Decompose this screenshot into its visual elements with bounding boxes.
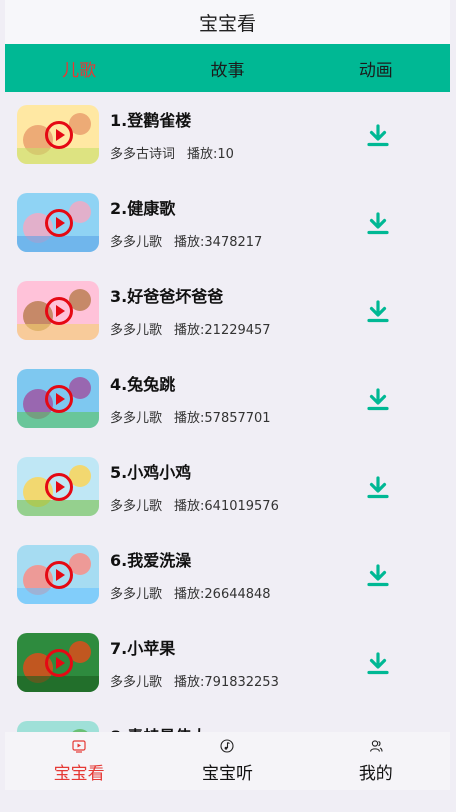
play-count: 播放:10 (187, 147, 234, 162)
video-thumbnail[interactable] (17, 105, 99, 164)
download-icon[interactable] (366, 652, 390, 676)
video-category: 多多儿歌 (110, 235, 163, 250)
thumbnail-art (17, 324, 99, 340)
list-item[interactable]: 6.我爱洗澡多多儿歌 播放:26644848 (5, 532, 450, 620)
list-item[interactable]: 1.登鹳雀楼多多古诗词 播放:10 (5, 92, 450, 180)
video-category: 多多儿歌 (110, 499, 163, 514)
thumbnail-art (17, 412, 99, 428)
download-icon[interactable] (366, 476, 390, 500)
video-thumbnail[interactable] (17, 633, 99, 692)
bottom-spacer (5, 790, 450, 812)
video-title: 3.好爸爸坏爸爸 (110, 287, 224, 306)
tabbar-item-mine[interactable]: 我的 (302, 732, 450, 790)
play-count: 播放:3478217 (174, 235, 263, 250)
music-icon (220, 739, 235, 753)
download-icon[interactable] (366, 212, 390, 236)
play-icon[interactable] (45, 473, 73, 501)
tabbar-label-listen: 宝宝听 (201, 764, 253, 784)
download-icon[interactable] (366, 124, 390, 148)
video-meta: 多多儿歌 播放:3478217 (110, 231, 262, 250)
thumbnail-art (17, 676, 99, 692)
user-icon (369, 740, 383, 752)
video-thumbnail[interactable] (17, 721, 99, 732)
thumbnail-art (17, 500, 99, 516)
play-icon[interactable] (45, 209, 73, 237)
play-count: 播放:791832253 (174, 675, 279, 690)
tabbar-item-listen[interactable]: 宝宝听 (153, 732, 301, 790)
list-item[interactable]: 5.小鸡小鸡多多儿歌 播放:641019576 (5, 444, 450, 532)
video-meta: 多多儿歌 播放:26644848 (110, 583, 271, 602)
tabbar-item-watch[interactable]: 宝宝看 (5, 732, 153, 790)
page-title: 宝宝看 (198, 12, 256, 35)
video-thumbnail[interactable] (17, 193, 99, 252)
video-thumbnail[interactable] (17, 457, 99, 516)
video-title: 8.青蛙最伟大 (110, 723, 207, 732)
tv-icon (72, 740, 86, 753)
list-item[interactable]: 3.好爸爸坏爸爸多多儿歌 播放:21229457 (5, 268, 450, 356)
video-category: 多多儿歌 (110, 587, 163, 602)
video-thumbnail[interactable] (17, 369, 99, 428)
video-title: 6.我爱洗澡 (110, 551, 192, 570)
tabbar-label-watch: 宝宝看 (53, 764, 105, 784)
video-title: 2.健康歌 (110, 199, 176, 218)
tab-songs[interactable]: 儿歌 (5, 56, 153, 81)
video-meta: 多多儿歌 播放:791832253 (110, 671, 279, 690)
thumbnail-art (17, 236, 99, 252)
tabbar-label-mine: 我的 (358, 764, 393, 784)
download-icon[interactable] (366, 388, 390, 412)
video-meta: 多多古诗词 播放:10 (110, 143, 234, 162)
tab-stories[interactable]: 故事 (153, 56, 301, 81)
play-icon[interactable] (45, 649, 73, 677)
video-thumbnail[interactable] (17, 281, 99, 340)
video-category: 多多儿歌 (110, 323, 163, 338)
video-title: 7.小苹果 (110, 639, 176, 658)
video-title: 1.登鹳雀楼 (110, 111, 192, 130)
video-thumbnail[interactable] (17, 545, 99, 604)
video-category: 多多儿歌 (110, 411, 163, 426)
video-category: 多多儿歌 (110, 675, 163, 690)
tab-animation[interactable]: 动画 (302, 56, 450, 81)
play-count: 播放:57857701 (174, 411, 271, 426)
list-item[interactable]: 2.健康歌多多儿歌 播放:3478217 (5, 180, 450, 268)
bottom-tabbar: 宝宝看 宝宝听 我的 (5, 732, 450, 790)
download-icon[interactable] (366, 564, 390, 588)
download-icon[interactable] (366, 300, 390, 324)
video-category: 多多古诗词 (110, 147, 176, 162)
play-icon[interactable] (45, 121, 73, 149)
play-icon[interactable] (45, 385, 73, 413)
list-item[interactable]: 8.青蛙最伟大多多儿歌 (5, 708, 450, 732)
category-tabs: 儿歌 故事 动画 (5, 44, 450, 92)
thumbnail-art (17, 588, 99, 604)
play-count: 播放:21229457 (174, 323, 271, 338)
list-item[interactable]: 4.兔兔跳多多儿歌 播放:57857701 (5, 356, 450, 444)
video-title: 4.兔兔跳 (110, 375, 176, 394)
list-item[interactable]: 7.小苹果多多儿歌 播放:791832253 (5, 620, 450, 708)
play-count: 播放:641019576 (174, 499, 279, 514)
play-icon[interactable] (45, 297, 73, 325)
page-header: 宝宝看 (5, 0, 450, 44)
play-icon[interactable] (45, 561, 73, 589)
app-screen: 宝宝看 儿歌 故事 动画 1.登鹳雀楼 多多古诗词 播放:10 2.健康歌 多多儿歌 播放… (5, 0, 450, 812)
video-list: 1.登鹳雀楼 多多古诗词 播放:10 2.健康歌 多多儿歌 播放:3478217 3.好爸爸… (5, 92, 450, 732)
video-meta: 多多儿歌 播放:57857701 (110, 407, 271, 426)
play-count: 播放:26644848 (174, 587, 271, 602)
video-meta: 多多儿歌 播放:21229457 (110, 319, 271, 338)
video-meta: 多多儿歌 播放:641019576 (110, 495, 279, 514)
thumbnail-art (17, 148, 99, 164)
video-title: 5.小鸡小鸡 (110, 463, 192, 482)
